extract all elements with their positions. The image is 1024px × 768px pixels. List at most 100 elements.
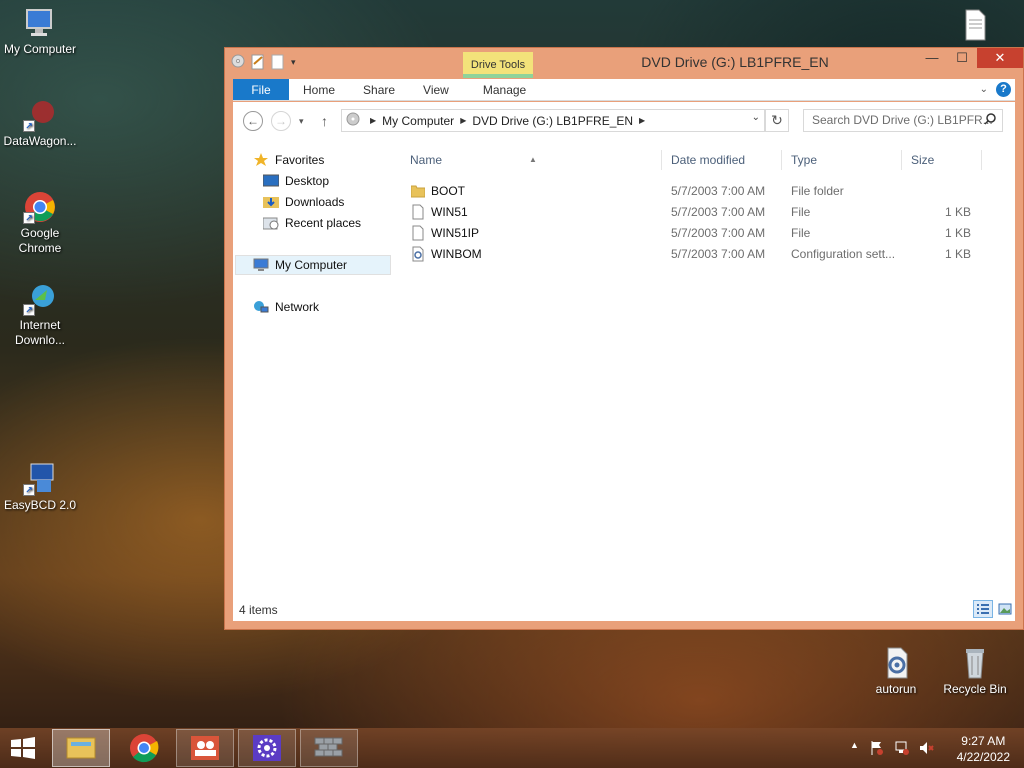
forward-button[interactable]: → (271, 111, 291, 131)
desktop-icon-label: DataWagon... (3, 134, 77, 148)
desktop-folder-icon (262, 174, 280, 188)
action-center-flag-icon[interactable] (870, 740, 884, 759)
nav-my-computer[interactable]: My Computer (235, 255, 391, 275)
explorer-window: ▾ Drive Tools DVD Drive (G:) LB1PFRE_EN … (224, 47, 1024, 630)
file-name: BOOT (431, 184, 466, 198)
taskbar-users-app[interactable] (176, 729, 234, 767)
tab-file[interactable]: File (233, 79, 289, 100)
navigation-pane: Favorites Desktop Downloads Recent place… (233, 142, 391, 597)
computer-icon (253, 258, 269, 272)
search-input[interactable]: Search DVD Drive (G:) LB1PFR... (803, 109, 1003, 132)
desktop-icon-easybcd[interactable]: ↗ EasyBCD 2.0 (0, 462, 80, 513)
system-tray: ▲ 9:27 AM 4/22/2022 (844, 728, 1024, 768)
nav-downloads[interactable]: Downloads (263, 192, 344, 212)
table-row[interactable]: WINBOM 5/7/2003 7:00 AM Configuration se… (403, 244, 981, 265)
chrome-icon (130, 734, 159, 763)
search-icon[interactable] (984, 110, 996, 137)
folder-icon (410, 183, 426, 199)
address-dropdown-icon[interactable]: ⌄ (752, 112, 760, 123)
up-button[interactable]: ↑ (321, 111, 328, 131)
nav-favorites[interactable]: Favorites (253, 150, 324, 170)
internet-download-manager-icon: ↗ (23, 282, 57, 316)
close-button[interactable]: ✕ (977, 48, 1023, 68)
minimize-button[interactable]: — (917, 48, 947, 68)
new-folder-icon[interactable] (271, 54, 285, 70)
file-date: 5/7/2003 7:00 AM (671, 226, 766, 240)
item-count: 4 items (239, 603, 278, 617)
desktop-icon-datawagon[interactable]: ↗ DataWagon... (0, 98, 80, 149)
column-label: Name (410, 153, 443, 167)
column-divider[interactable] (901, 150, 902, 170)
show-hidden-icons-button[interactable]: ▲ (850, 740, 859, 750)
breadcrumb-separator-icon[interactable]: ▶ (639, 116, 645, 125)
column-divider[interactable] (781, 150, 782, 170)
recycle-bin-icon (958, 646, 992, 680)
tab-share[interactable]: Share (349, 79, 409, 100)
volume-muted-icon[interactable] (918, 740, 934, 759)
column-divider[interactable] (661, 150, 662, 170)
nav-recent-places[interactable]: Recent places (262, 213, 361, 233)
breadcrumb-my-computer[interactable]: My Computer (376, 114, 460, 128)
column-label: Type (791, 153, 818, 167)
desktop-icon-autorun[interactable]: autorun (856, 646, 936, 697)
tab-home[interactable]: Home (289, 79, 349, 100)
properties-icon[interactable] (251, 54, 265, 70)
maximize-button[interactable]: ☐ (947, 48, 977, 68)
file-date: 5/7/2003 7:00 AM (671, 247, 766, 261)
nav-network[interactable]: Network (253, 297, 319, 317)
ribbon-tabs: File Home Share View Manage ⌄ ? (233, 79, 1015, 101)
star-icon (253, 153, 269, 167)
column-header-name[interactable]: Name ▲ (410, 148, 660, 172)
recent-locations-button[interactable]: ▾ (299, 111, 304, 131)
table-row[interactable]: WIN51IP 5/7/2003 7:00 AM File 1 KB (403, 223, 981, 244)
network-status-icon[interactable] (894, 740, 910, 759)
file-size: 1 KB (944, 226, 971, 240)
shortcut-arrow-icon: ↗ (23, 304, 35, 316)
taskbar-clock[interactable]: 9:27 AM 4/22/2022 (957, 733, 1010, 765)
help-button[interactable]: ? (996, 82, 1011, 97)
desktop-icon-chrome[interactable]: ↗ Google Chrome (0, 190, 80, 256)
large-icons-view-button[interactable] (995, 600, 1015, 618)
column-header-type[interactable]: Type (791, 148, 901, 172)
refresh-button[interactable]: ↻ (765, 109, 789, 132)
file-icon (411, 225, 425, 241)
taskbar-settings-app[interactable] (238, 729, 296, 767)
back-button[interactable]: ← (243, 111, 263, 131)
address-toolbar: ← → ▾ ↑ ▶ My Computer ▶ DVD Drive (G:) L… (233, 102, 1015, 138)
column-divider[interactable] (981, 150, 982, 170)
taskbar-chrome[interactable] (115, 729, 173, 767)
start-button[interactable] (8, 736, 40, 760)
tab-manage[interactable]: Manage (463, 79, 540, 100)
nav-desktop[interactable]: Desktop (262, 171, 329, 191)
desktop-icon-recycle-bin[interactable]: Recycle Bin (935, 646, 1015, 697)
desktop-icon-idm[interactable]: ↗ Internet Downlo... (0, 282, 80, 348)
table-row[interactable]: WIN51 5/7/2003 7:00 AM File 1 KB (403, 202, 981, 223)
desktop-icon-label: autorun (875, 682, 917, 696)
file-name: WIN51IP (431, 226, 480, 240)
column-label: Date modified (671, 153, 746, 167)
breadcrumb-dvd-drive[interactable]: DVD Drive (G:) LB1PFRE_EN (466, 114, 639, 128)
column-header-size[interactable]: Size (911, 148, 981, 172)
taskbar-file-explorer[interactable] (52, 729, 110, 767)
nav-label: Network (275, 300, 320, 314)
tab-view[interactable]: View (409, 79, 463, 100)
customize-toolbar-icon[interactable]: ▾ (291, 54, 305, 70)
brick-wall-icon (314, 737, 343, 757)
table-row[interactable]: BOOT 5/7/2003 7:00 AM File folder (403, 181, 981, 202)
disc-icon[interactable] (231, 54, 245, 70)
column-header-date-modified[interactable]: Date modified (671, 148, 781, 172)
desktop-icon-label: EasyBCD 2.0 (3, 498, 77, 512)
address-bar[interactable]: ▶ My Computer ▶ DVD Drive (G:) LB1PFRE_E… (341, 109, 765, 132)
desktop-icon-top-right-file[interactable] (934, 8, 1014, 44)
desktop-icon-my-computer[interactable]: My Computer (0, 6, 80, 57)
windows-logo-icon (11, 737, 35, 759)
file-list: Name ▲ Date modified Type Size BOOT 5/7/… (403, 142, 1015, 597)
status-bar: 4 items (233, 597, 1015, 621)
clock-time: 9:27 AM (961, 734, 1006, 748)
taskbar-firewall-app[interactable] (300, 729, 358, 767)
taskbar: ▲ 9:27 AM 4/22/2022 (0, 728, 1024, 768)
expand-ribbon-icon[interactable]: ⌄ (980, 84, 988, 95)
title-bar[interactable]: ▾ Drive Tools DVD Drive (G:) LB1PFRE_EN … (225, 48, 1023, 78)
details-view-button[interactable] (973, 600, 993, 618)
nav-label: Downloads (285, 195, 345, 209)
